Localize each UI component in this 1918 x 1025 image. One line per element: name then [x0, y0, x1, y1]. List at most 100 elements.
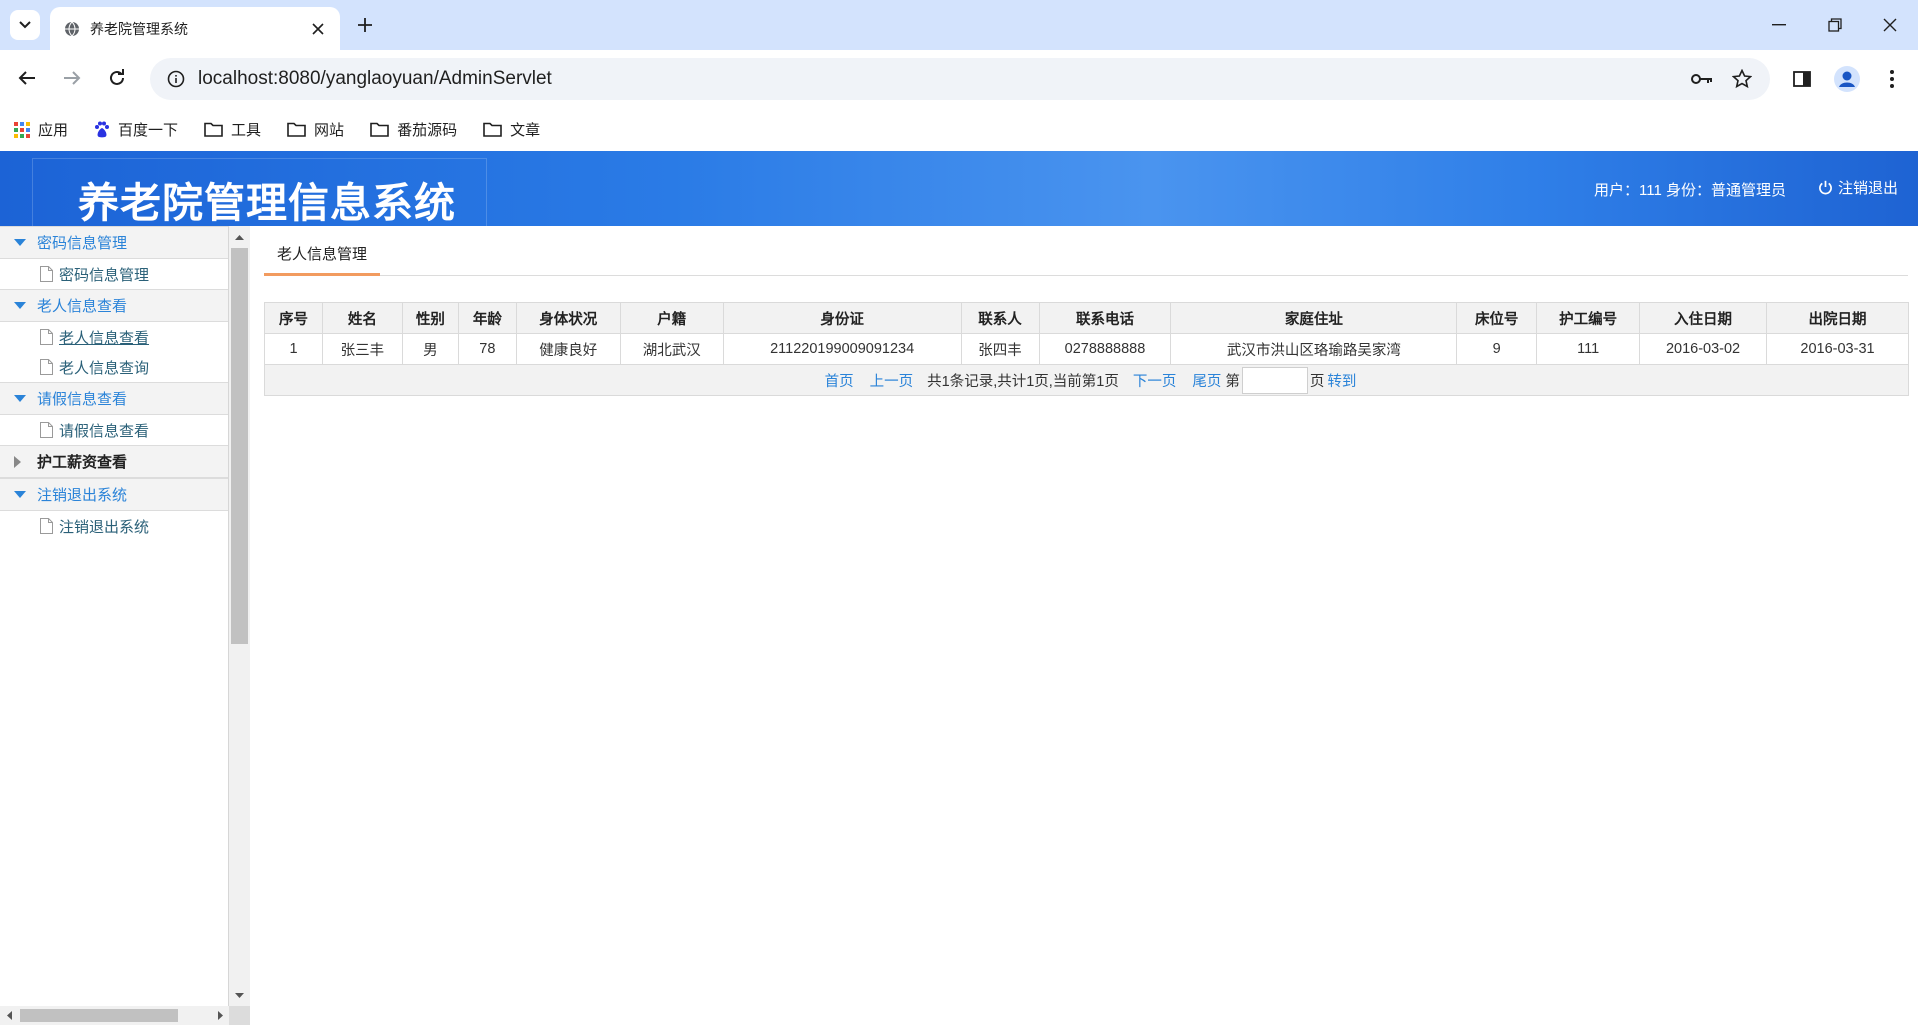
arrow-right-icon [64, 71, 81, 85]
profile-button[interactable] [1831, 63, 1863, 95]
plus-icon [358, 18, 372, 32]
next-page-link[interactable]: 下一页 [1133, 370, 1177, 391]
sidebar-item-leave-view[interactable]: 请假信息查看 [0, 415, 228, 445]
triangle-down-icon [14, 395, 28, 402]
page-prefix-label: 第 [1225, 373, 1240, 390]
url-text[interactable]: localhost:8080/yanglaoyuan/AdminServlet [198, 68, 1682, 90]
column-header: 姓名 [321, 302, 403, 334]
reload-button[interactable] [102, 63, 132, 93]
power-icon [1819, 180, 1832, 195]
apps-grid-icon [14, 121, 30, 138]
bookmark-baidu[interactable]: 百度一下 [94, 119, 178, 140]
logout-link[interactable]: 注销退出 [1818, 177, 1898, 198]
scrollbar-thumb[interactable] [20, 1009, 178, 1022]
browser-tab-active[interactable]: 养老院管理系统 [50, 7, 340, 50]
pagination-summary: 共1条记录,共计1页,当前第1页 [927, 373, 1119, 390]
tab-close-button[interactable] [308, 19, 328, 39]
tab-title: 养老院管理系统 [90, 20, 188, 37]
document-icon [40, 422, 53, 438]
last-page-link[interactable]: 尾页 [1192, 370, 1221, 391]
logout-label: 注销退出 [1837, 180, 1898, 197]
bookmark-folder-tools[interactable]: 工具 [204, 119, 261, 140]
bookmark-label: 百度一下 [118, 122, 179, 139]
scrollbar-corner [229, 1006, 250, 1025]
column-header: 序号 [264, 302, 323, 334]
column-header: 年龄 [457, 302, 517, 334]
bookmark-folder-articles[interactable]: 文章 [483, 119, 540, 140]
scroll-right-arrow-icon[interactable] [211, 1006, 229, 1025]
table-cell: 湖北武汉 [619, 333, 724, 365]
sidebar-item-label: 密码信息管理 [59, 266, 150, 284]
table-cell: 张四丰 [960, 333, 1040, 365]
restore-button[interactable] [1807, 0, 1863, 50]
sidebar-item-label: 请假信息查看 [59, 422, 150, 440]
page-number-input[interactable] [1241, 366, 1308, 394]
address-bar[interactable]: localhost:8080/yanglaoyuan/AdminServlet [150, 58, 1770, 100]
bookmark-apps[interactable]: 应用 [14, 119, 68, 140]
bookmark-folder-source[interactable]: 番茄源码 [370, 119, 457, 140]
browser-menu-button[interactable] [1876, 63, 1908, 95]
document-icon [40, 266, 53, 282]
sidebar-group-salary[interactable]: 护工薪资查看 [0, 445, 228, 478]
sidebar-vertical-scrollbar[interactable] [229, 226, 250, 1006]
sidebar-group-label: 护工薪资查看 [37, 454, 128, 471]
globe-icon [65, 21, 79, 36]
back-button[interactable] [12, 63, 42, 93]
forward-button[interactable] [57, 63, 87, 93]
sidebar-group-elderly[interactable]: 老人信息查看 [0, 289, 228, 322]
column-header: 身份证 [722, 302, 962, 334]
scrollbar-thumb[interactable] [231, 248, 248, 644]
password-key-icon[interactable] [1682, 59, 1722, 99]
folder-icon [370, 122, 389, 137]
close-window-button[interactable] [1862, 0, 1918, 50]
column-header: 入住日期 [1639, 302, 1767, 334]
sidebar-group-logout[interactable]: 注销退出系统 [0, 478, 228, 511]
table-cell: 武汉市洪山区珞瑜路吴家湾 [1170, 333, 1458, 365]
bookmark-label: 工具 [231, 122, 262, 139]
chevron-down-icon [19, 21, 31, 29]
table-cell: 张三丰 [321, 333, 403, 365]
minimize-button[interactable] [1751, 0, 1807, 50]
column-header: 出院日期 [1766, 302, 1909, 334]
triangle-right-icon [14, 455, 28, 468]
sidebar-item-logout[interactable]: 注销退出系统 [0, 511, 228, 541]
table-cell: 健康良好 [515, 333, 621, 365]
pagination-cell: 首页 上一页 共1条记录,共计1页,当前第1页 下一页 尾页 第 页 转到 [264, 364, 1909, 396]
column-header: 床位号 [1456, 302, 1538, 334]
sidebar-group-leave[interactable]: 请假信息查看 [0, 382, 228, 415]
sidebar-group-password[interactable]: 密码信息管理 [0, 226, 228, 259]
tab-elderly-info[interactable]: 老人信息管理 [264, 238, 381, 276]
sidebar-item-password-manage[interactable]: 密码信息管理 [0, 259, 228, 289]
column-header: 性别 [401, 302, 459, 334]
bookmark-folder-sites[interactable]: 网站 [287, 119, 344, 140]
side-panel-button[interactable] [1786, 63, 1818, 95]
minimize-icon [1772, 24, 1786, 26]
column-header: 联系人 [960, 302, 1040, 334]
user-info: 用户：111 身份：普通管理员 [1594, 182, 1786, 199]
scroll-left-arrow-icon[interactable] [0, 1006, 18, 1025]
go-to-page-link[interactable]: 转到 [1327, 370, 1356, 391]
browser-tabstrip: 养老院管理系统 [0, 0, 1918, 50]
document-icon [40, 518, 53, 534]
prev-page-link[interactable]: 上一页 [870, 370, 914, 391]
tab-search-button[interactable] [10, 10, 40, 40]
scroll-up-arrow-icon[interactable] [229, 228, 250, 246]
pagination-row: 首页 上一页 共1条记录,共计1页,当前第1页 下一页 尾页 第 页 转到 [264, 364, 1909, 396]
bookmark-label: 网站 [314, 122, 345, 139]
site-info-icon[interactable] [154, 70, 198, 88]
close-icon [1883, 18, 1897, 32]
new-tab-button[interactable] [352, 12, 378, 38]
table-row: 1 张三丰 男 78 健康良好 湖北武汉 211220199009091234 … [264, 333, 1909, 365]
sidebar-item-elderly-query[interactable]: 老人信息查询 [0, 352, 228, 382]
sidebar-item-elderly-view[interactable]: 老人信息查看 [0, 322, 228, 352]
bookmarks-bar: 应用 百度一下 工具 网站 番茄源码 文章 [0, 108, 1918, 151]
sidebar-item-label: 老人信息查询 [59, 359, 150, 377]
sidebar-horizontal-scrollbar[interactable] [0, 1006, 229, 1025]
table-cell: 2016-03-31 [1766, 333, 1909, 365]
bookmark-star-icon[interactable] [1722, 59, 1762, 99]
sidebar-group-label: 请假信息查看 [37, 391, 128, 408]
scroll-down-arrow-icon[interactable] [229, 986, 250, 1004]
table-cell: 9 [1456, 333, 1538, 365]
more-vert-icon [1890, 70, 1894, 88]
first-page-link[interactable]: 首页 [825, 370, 854, 391]
